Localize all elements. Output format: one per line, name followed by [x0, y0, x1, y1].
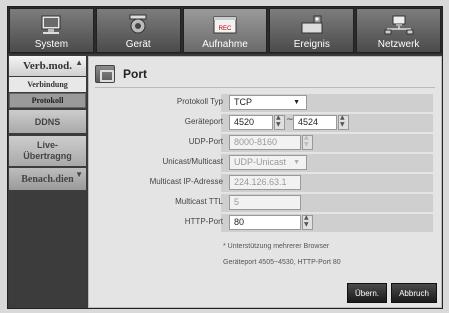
sidebar-benach-label: Benach.dien: [21, 173, 74, 185]
chevron-down-icon: ▼: [293, 99, 300, 106]
nav-device-button[interactable]: Gerät: [95, 8, 181, 53]
http-port-input[interactable]: 80: [229, 215, 301, 230]
protocol-type-value: TCP: [234, 97, 252, 107]
nav-system-label: System: [34, 39, 69, 50]
device-port-to-stepper[interactable]: [338, 114, 349, 130]
nav-network-button[interactable]: Netzwerk: [356, 8, 441, 53]
expand-marker-icon: ▼: [75, 170, 83, 179]
camera-icon: [129, 14, 147, 34]
device-port-from-input[interactable]: 4520: [229, 115, 273, 130]
port-settings-panel: Port Protokoll Typ TCP ▼ Geräteport 4520…: [88, 56, 442, 308]
unicast-multicast-value: UDP-Unicast: [234, 157, 287, 167]
multicast-ip-label: Multicast IP-Adresse: [149, 177, 223, 186]
multicast-ttl-row: Multicast TTL 5: [89, 195, 443, 213]
panel-header: Port: [95, 63, 147, 85]
unicast-multicast-select[interactable]: UDP-Unicast ▼: [229, 155, 307, 170]
multicast-ttl-label: Multicast TTL: [175, 197, 223, 206]
record-icon: REC: [213, 16, 237, 34]
sidebar-item-protokoll[interactable]: Protokoll: [9, 93, 86, 108]
sidebar: Verb.mod. ▲ Verbindung Protokoll DDNS Li…: [9, 56, 86, 308]
sidebar-live-label: Live- Übertragng: [23, 140, 72, 161]
protocol-type-row: Protokoll Typ TCP ▼: [89, 95, 443, 113]
protocol-type-select[interactable]: TCP ▼: [229, 95, 307, 110]
page-title: Port: [123, 67, 147, 81]
network-icon: [384, 15, 414, 35]
sidebar-item-ddns[interactable]: DDNS: [9, 110, 86, 133]
cancel-button[interactable]: Abbruch: [391, 283, 437, 303]
sidebar-item-verbindung[interactable]: Verbindung: [9, 77, 86, 92]
nav-system-button[interactable]: System: [9, 8, 94, 53]
device-port-from-stepper[interactable]: [274, 114, 285, 130]
svg-text:REC: REC: [219, 26, 232, 32]
event-icon: [301, 15, 323, 34]
monitor-icon: [41, 15, 61, 34]
udp-port-label: UDP-Port: [188, 137, 223, 146]
nav-record-label: Aufnahme: [202, 39, 248, 50]
sidebar-item-live-uebertragung[interactable]: Live- Übertragng: [9, 136, 86, 166]
nav-record-button[interactable]: REC Aufnahme: [182, 8, 268, 53]
expand-marker-icon: ▲: [75, 58, 83, 67]
top-navigation: System Gerät REC Aufnahme Ereignis Netzw…: [8, 7, 442, 54]
unicast-multicast-row: Unicast/Multicast UDP-Unicast ▼: [89, 155, 443, 173]
settings-window: System Gerät REC Aufnahme Ereignis Netzw…: [7, 6, 443, 309]
nav-event-button[interactable]: Ereignis: [269, 8, 355, 53]
apply-button[interactable]: Übern.: [347, 283, 387, 303]
header-divider: [95, 87, 435, 88]
sidebar-header-label: Verb.mod.: [22, 60, 73, 72]
sidebar-header-verb-mod[interactable]: Verb.mod. ▲: [9, 56, 86, 76]
chevron-down-icon: ▼: [293, 159, 300, 166]
nav-device-label: Gerät: [125, 39, 151, 50]
http-port-stepper[interactable]: [302, 214, 313, 230]
udp-port-input[interactable]: 8000-8160: [229, 135, 301, 150]
multicast-ttl-input[interactable]: 5: [229, 195, 301, 210]
device-port-row: Geräteport 4520 ~ 4524: [89, 114, 443, 133]
multicast-ip-row: Multicast IP-Adresse 224.126.63.1: [89, 175, 443, 193]
sidebar-item-benach-dien[interactable]: Benach.dien ▼: [9, 168, 86, 190]
device-port-label: Geräteport: [184, 117, 223, 126]
multicast-ip-input[interactable]: 224.126.63.1: [229, 175, 301, 190]
protocol-type-label: Protokoll Typ: [176, 97, 223, 106]
device-port-to-input[interactable]: 4524: [293, 115, 337, 130]
port-range-note: Geräteport 4505~4530, HTTP-Port 80: [223, 259, 341, 266]
http-port-label: HTTP-Port: [184, 217, 223, 226]
nav-network-label: Netzwerk: [377, 39, 420, 50]
nav-event-label: Ereignis: [293, 39, 330, 50]
http-port-row: HTTP-Port 80: [89, 214, 443, 233]
browser-support-note: * Unterstützung mehrerer Browser: [223, 243, 330, 250]
unicast-multicast-label: Unicast/Multicast: [162, 157, 223, 166]
udp-port-row: UDP-Port 8000-8160: [89, 134, 443, 153]
port-icon: [95, 65, 115, 83]
udp-port-stepper[interactable]: [302, 134, 313, 150]
